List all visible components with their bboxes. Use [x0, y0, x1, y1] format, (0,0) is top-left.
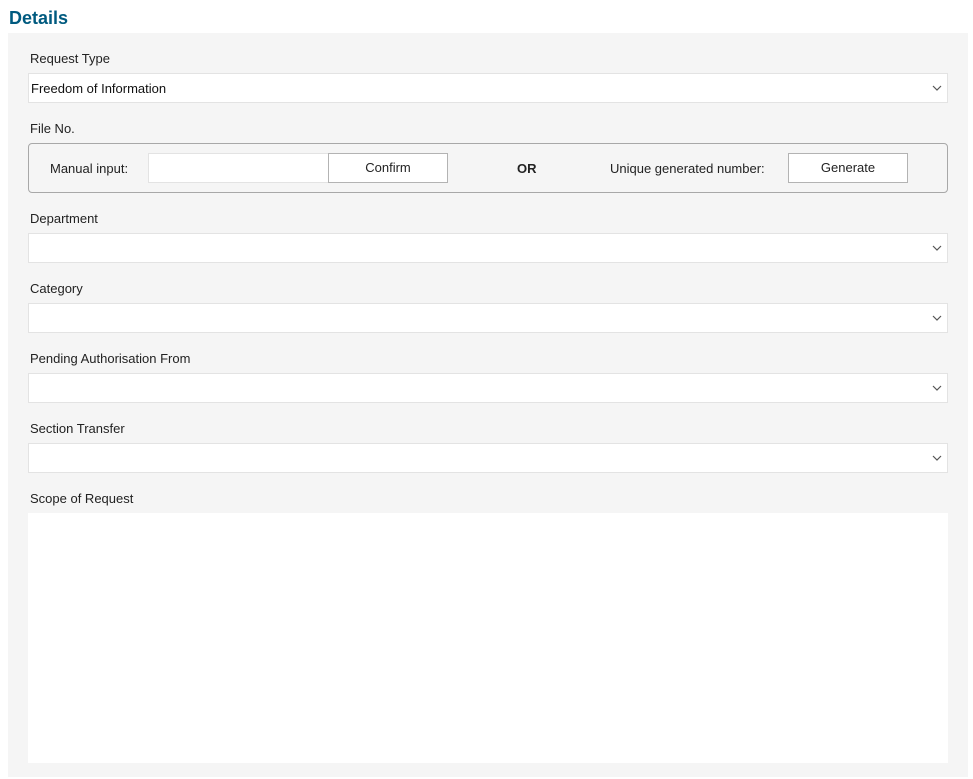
category-select[interactable]: [28, 303, 948, 333]
request-type-value: Freedom of Information: [31, 81, 167, 96]
request-type-select[interactable]: Freedom of Information: [28, 73, 948, 103]
pending-authorisation-select[interactable]: [28, 373, 948, 403]
file-no-group: Manual input: Confirm OR Unique generate…: [28, 143, 948, 193]
department-label: Department: [30, 211, 98, 226]
scope-textarea[interactable]: [28, 513, 948, 763]
request-type-label: Request Type: [30, 51, 110, 66]
page-title: Details: [9, 8, 69, 28]
pending-authorisation-label: Pending Authorisation From: [30, 351, 191, 366]
generate-button[interactable]: Generate: [788, 153, 908, 183]
confirm-button[interactable]: Confirm: [328, 153, 448, 183]
manual-input-label: Manual input:: [50, 161, 129, 176]
file-no-label: File No.: [30, 121, 75, 136]
details-panel: Request Type Freedom of Information File…: [8, 33, 968, 777]
chevron-down-icon: [932, 85, 942, 91]
or-separator: OR: [517, 161, 537, 176]
section-transfer-label: Section Transfer: [30, 421, 125, 436]
unique-number-label: Unique generated number:: [610, 161, 765, 176]
chevron-down-icon: [932, 455, 942, 461]
chevron-down-icon: [932, 385, 942, 391]
manual-input-field[interactable]: [148, 153, 329, 183]
category-label: Category: [30, 281, 83, 296]
department-select[interactable]: [28, 233, 948, 263]
section-transfer-select[interactable]: [28, 443, 948, 473]
chevron-down-icon: [932, 245, 942, 251]
scope-label: Scope of Request: [30, 491, 134, 506]
chevron-down-icon: [932, 315, 942, 321]
